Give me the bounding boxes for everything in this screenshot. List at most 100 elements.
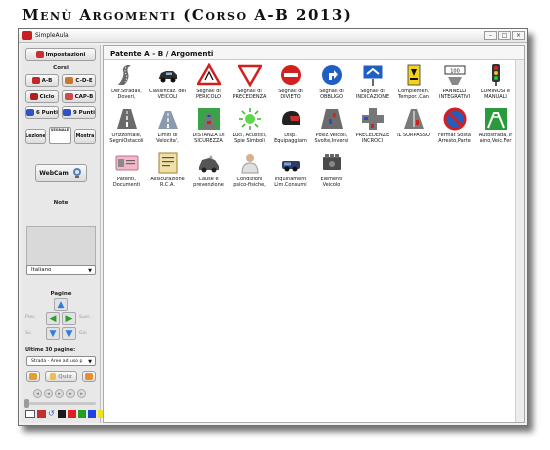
topic-caption: PANNELLI INTEGRATIVI (438, 89, 471, 100)
topics-grid: Def.Stradali, Doveri, Classificaz. dei VE… (106, 63, 516, 193)
close-button[interactable]: × (512, 31, 525, 40)
course-label: 9 Punti (72, 109, 96, 116)
topic-item[interactable]: Segnali di OBBLIGO (311, 63, 352, 105)
undo-icon[interactable]: ↺ (48, 410, 56, 418)
nav-next-text: Succ. (79, 315, 92, 320)
topic-item[interactable]: Complemen. Tempor.,Can (393, 63, 434, 105)
quiz-button[interactable]: Quiz (45, 371, 77, 382)
topic-item[interactable]: 100 PANNELLI INTEGRATIVI (434, 63, 475, 105)
quiz-label: Quiz (58, 373, 72, 380)
page-prev-button[interactable]: ◀ (46, 312, 60, 325)
color-green-swatch[interactable] (78, 410, 86, 418)
topic-item[interactable]: Inquinament Lim.Consumi (270, 151, 311, 193)
sidebar: Impostazioni Corsi A-B C-D-E Ciclo CAP-B… (21, 45, 106, 423)
media-progress-handle[interactable] (24, 399, 29, 408)
first-icon: ◂ (36, 390, 39, 397)
settings-button[interactable]: Impostazioni (25, 48, 96, 61)
minimize-button[interactable]: – (484, 31, 497, 40)
topic-item[interactable]: IL SORPASSO (393, 107, 434, 149)
media-prev-button[interactable]: ◂ (44, 389, 53, 398)
topic-item[interactable]: Autostrada,Tr aino,Veic.Fer (475, 107, 516, 149)
motorway-icon (484, 107, 508, 131)
page-up-button[interactable]: ▲ (54, 298, 68, 311)
topic-item[interactable]: Elementi Veicolo (311, 151, 352, 193)
lesson-button[interactable]: Lezione (25, 129, 46, 144)
points-icon (63, 109, 71, 116)
course-label: A-B (41, 77, 53, 84)
breadcrumb: Patente A - B / Argomenti (104, 46, 524, 60)
arrow-right-icon: ▶ (65, 313, 73, 324)
app-logo-icon (22, 31, 32, 40)
recent-pages-select[interactable]: Strada - Aree ad uso p ▼ (26, 356, 96, 366)
topic-item[interactable]: LUMINOSI e MANUALI (475, 63, 516, 105)
color-red-swatch[interactable] (68, 410, 76, 418)
topic-item[interactable]: Disp. Equipaggiam (270, 107, 311, 149)
topic-item[interactable]: Condizioni psico-fisiche, (229, 151, 270, 193)
motorbike-icon (31, 77, 40, 84)
topic-caption: LUMINOSI e MANUALI (481, 89, 510, 100)
pen-icon[interactable] (37, 410, 46, 418)
topic-caption: Orizzontale, SegniOstacoli (109, 133, 144, 144)
show-button[interactable]: Mostra (74, 129, 96, 144)
topic-item[interactable]: Fermat Sosta Arresto,Parte (434, 107, 475, 149)
no-parking-icon (443, 107, 467, 131)
topic-item[interactable]: Segnali di INDICAZIONE (352, 63, 393, 105)
course-ciclo-button[interactable]: Ciclo (25, 90, 59, 103)
topic-item[interactable]: Def.Stradali, Doveri, (106, 63, 147, 105)
language-select[interactable]: Italiano ▼ (26, 265, 96, 275)
pencil-icon (29, 373, 37, 380)
vertical-scrollbar[interactable] (515, 60, 524, 422)
sign-field[interactable]: SEGNALE (49, 127, 71, 144)
arrow-up-icon: ▲ (57, 299, 65, 310)
course-6-punti-button[interactable]: 6 Punti (25, 106, 59, 119)
scooter-icon (29, 93, 38, 100)
topic-caption: Segnali di PRECEDENZA (232, 89, 267, 100)
maximize-button[interactable]: □ (498, 31, 511, 40)
arrow-down-icon: ▼ (65, 328, 73, 339)
intersection-icon (361, 107, 385, 131)
color-black-swatch[interactable] (58, 410, 66, 418)
course-label: C-D-E (75, 77, 93, 84)
course-cap-b-button[interactable]: CAP-B (62, 90, 96, 103)
topic-caption: Autostrada,Tr aino,Veic.Fer (478, 133, 513, 144)
edit-button[interactable] (26, 371, 40, 382)
course-label: 6 Punti (35, 109, 59, 116)
course-a-b-button[interactable]: A-B (25, 74, 59, 87)
topic-caption: Disp. Equipaggiam (274, 133, 307, 144)
prev-icon: ◂ (47, 390, 50, 397)
topic-item[interactable]: Segnali di PRECEDENZA (229, 63, 270, 105)
media-play-button[interactable]: ▸ (55, 389, 64, 398)
page-down-left-button[interactable]: ▼ (46, 327, 60, 340)
topic-item[interactable]: Orizzontale, SegniOstacoli (106, 107, 147, 149)
topic-item[interactable]: Classificaz. dei VEICOLI (147, 63, 188, 105)
media-next-button[interactable]: ▸ (66, 389, 75, 398)
chat-button[interactable] (82, 371, 96, 382)
play-icon: ▸ (58, 390, 61, 397)
media-last-button[interactable]: ▸ (77, 389, 86, 398)
media-first-button[interactable]: ◂ (33, 389, 42, 398)
color-blue-swatch[interactable] (88, 410, 96, 418)
topic-item[interactable]: Assicurazione R.C.A. (147, 151, 188, 193)
topic-item[interactable]: Cause e prevenzione (188, 151, 229, 193)
topic-item[interactable]: PRECEDENZE INCROCI (352, 107, 393, 149)
nav-down-text: Giù (79, 331, 87, 336)
webcam-button[interactable]: WebCam (35, 164, 87, 182)
screen-icon[interactable] (25, 410, 35, 418)
topic-item[interactable]: Segnali di PERICOLO (188, 63, 229, 105)
topic-item[interactable]: Luci, Acustici, Spie Simboli (229, 107, 270, 149)
course-9-punti-button[interactable]: 9 Punti (62, 106, 96, 119)
topic-item[interactable]: Posiz.Veicoli, Svolte,Inversi (311, 107, 352, 149)
topic-caption: Luci, Acustici, Spie Simboli (232, 133, 267, 144)
topic-item[interactable]: Segnali di DIVIETO (270, 63, 311, 105)
media-progress-track[interactable] (24, 399, 96, 408)
topic-item[interactable]: Limiti di Velocita', (147, 107, 188, 149)
page-next-button[interactable]: ▶ (62, 312, 76, 325)
settings-label: Impostazioni (45, 51, 86, 58)
topics-panel: Patente A - B / Argomenti Def.Stradali, … (103, 45, 525, 423)
topic-item[interactable]: DISTANZA DI SICUREZZA (188, 107, 229, 149)
helmet-icon (279, 107, 303, 131)
insurance-icon (156, 151, 180, 175)
page-down-right-button[interactable]: ▼ (62, 327, 76, 340)
topic-item[interactable]: Patenti, Documenti (106, 151, 147, 193)
course-c-d-e-button[interactable]: C-D-E (62, 74, 96, 87)
